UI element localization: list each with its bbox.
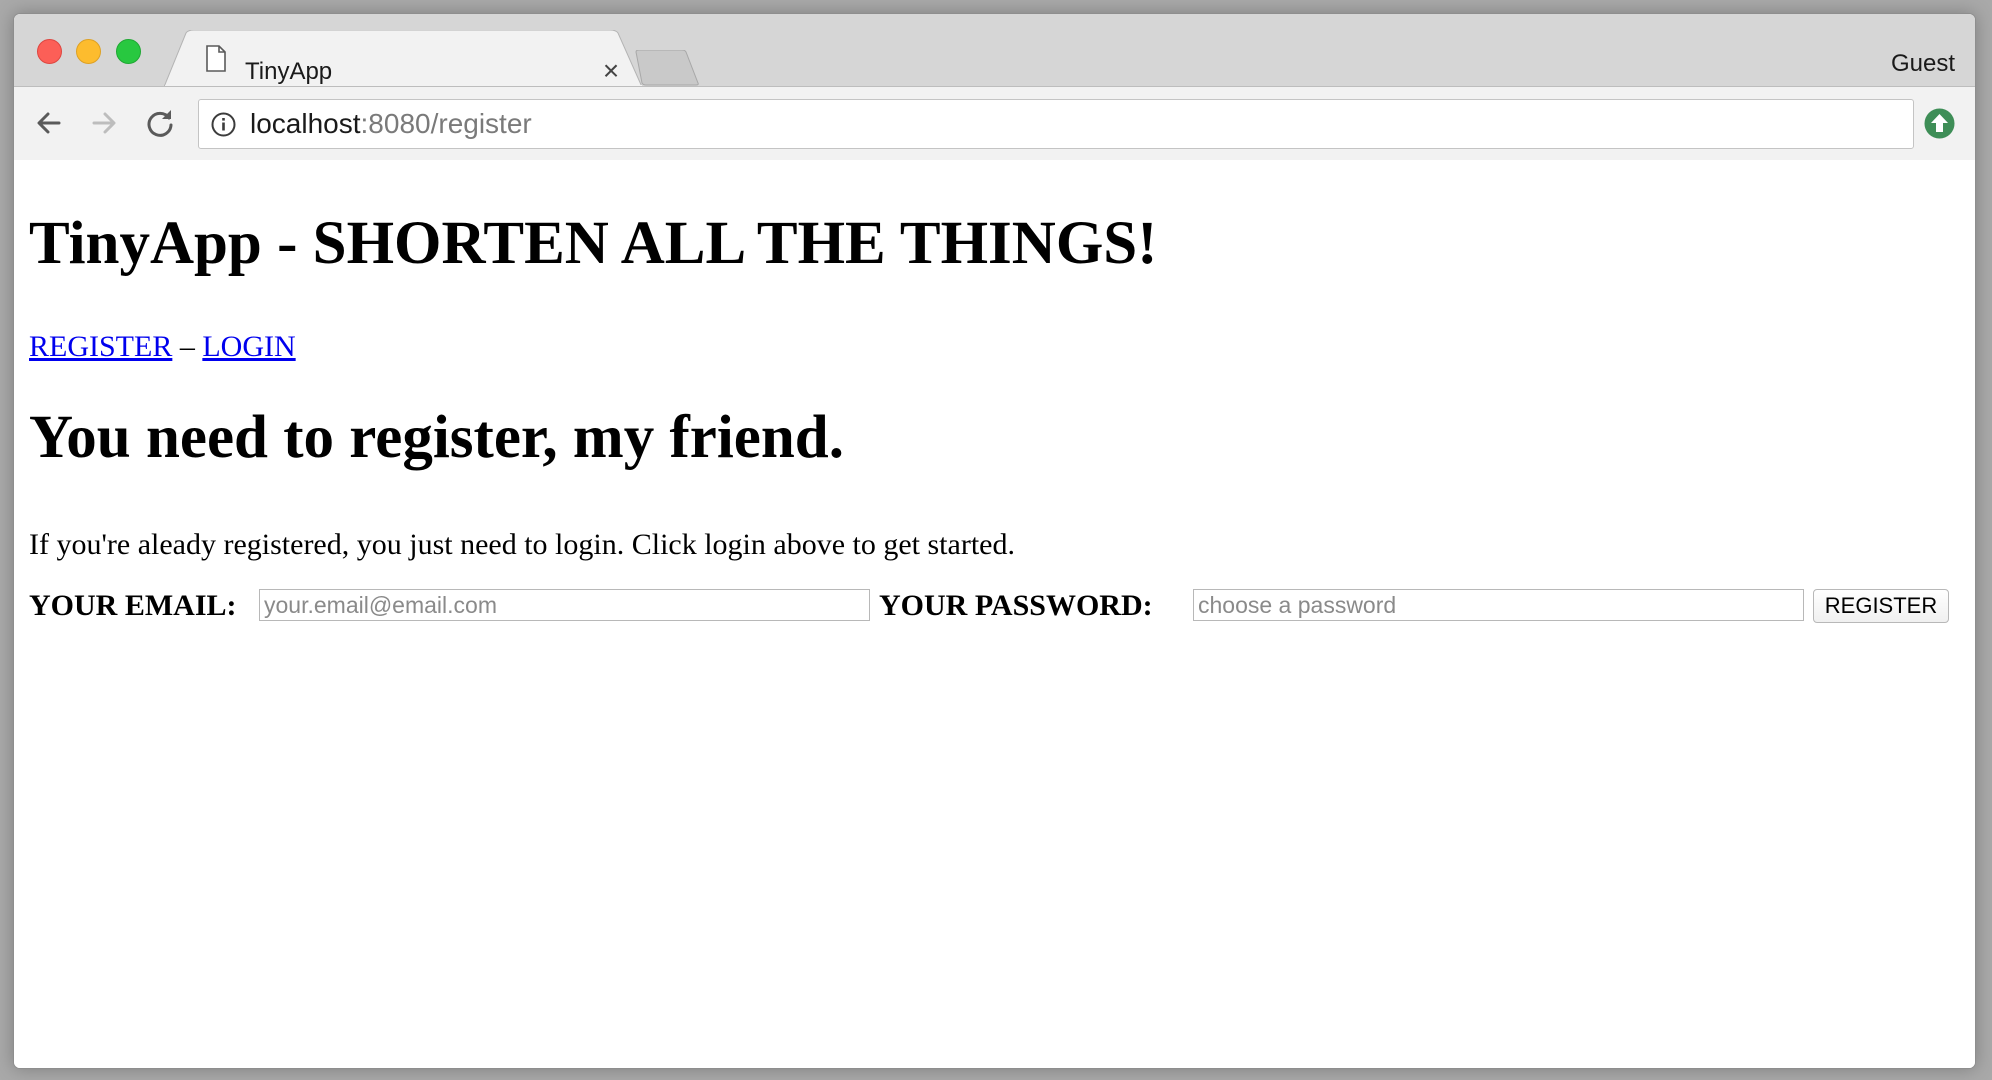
email-label: YOUR EMAIL: [29, 589, 237, 622]
tab-strip: TinyApp × Guest [14, 14, 1975, 87]
back-arrow-icon[interactable] [31, 105, 67, 141]
new-tab-button[interactable] [634, 50, 700, 86]
reload-icon[interactable] [142, 105, 178, 141]
auth-nav: REGISTER – LOGIN [29, 327, 296, 367]
page-icon [206, 45, 226, 72]
update-icon[interactable] [1923, 107, 1956, 140]
info-icon[interactable] [211, 112, 236, 137]
tab-tinyapp[interactable] [164, 30, 644, 87]
zoom-icon[interactable] [116, 39, 141, 64]
password-field[interactable] [1193, 589, 1804, 621]
password-label: YOUR PASSWORD: [879, 589, 1153, 622]
url-text: localhost:8080/register [250, 108, 532, 140]
browser-window: TinyApp × Guest localhost:8080/register [13, 13, 1976, 1069]
url-path: :8080/register [360, 108, 532, 139]
login-link[interactable]: LOGIN [202, 330, 295, 363]
intro-text: If you're aleady registered, you just ne… [29, 528, 1015, 561]
register-link[interactable]: REGISTER [29, 330, 172, 363]
close-window-icon[interactable] [37, 39, 62, 64]
nav-separator: – [179, 330, 195, 363]
tab-close-icon[interactable]: × [598, 57, 624, 85]
register-button[interactable]: REGISTER [1813, 589, 1949, 623]
page-content: TinyApp - SHORTEN ALL THE THINGS! REGIST… [14, 160, 1975, 1068]
profile-label[interactable]: Guest [1891, 50, 1955, 78]
tab-title: TinyApp [245, 58, 333, 85]
browser-toolbar: localhost:8080/register [14, 86, 1975, 161]
register-heading: You need to register, my friend. [29, 404, 844, 471]
url-host: localhost [250, 108, 361, 139]
register-form: YOUR EMAIL: YOUR PASSWORD: REGISTER [29, 586, 1949, 626]
forward-arrow-icon[interactable] [86, 105, 122, 141]
minimize-icon[interactable] [76, 39, 101, 64]
address-bar[interactable]: localhost:8080/register [198, 99, 1914, 149]
page-title: TinyApp - SHORTEN ALL THE THINGS! [29, 210, 1158, 277]
email-field[interactable] [259, 589, 870, 621]
